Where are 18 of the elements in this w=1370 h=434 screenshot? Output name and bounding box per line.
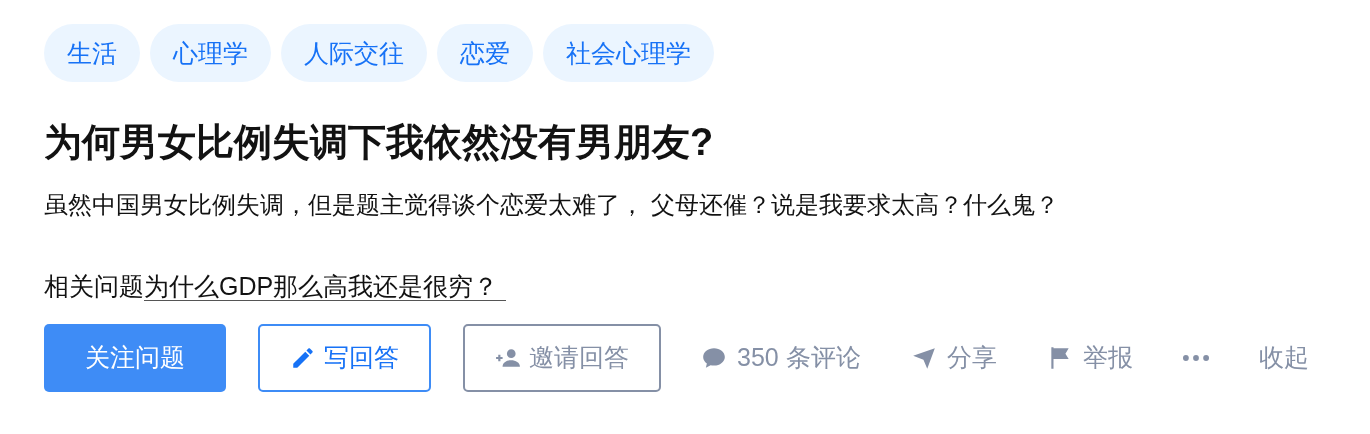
comments-button[interactable]: 350 条评论 [701, 339, 861, 377]
topic-tag[interactable]: 生活 [44, 24, 140, 82]
write-answer-button[interactable]: 写回答 [258, 324, 431, 393]
share-button[interactable]: 分享 [910, 339, 997, 377]
topic-tag[interactable]: 心理学 [150, 24, 271, 82]
question-description: 虽然中国男女比例失调，但是题主觉得谈个恋爱太难了， 父母还催？说是我要求太高？什么鬼？ [44, 189, 1060, 220]
collapse-button[interactable]: 收起 [1258, 339, 1309, 377]
related-question-link[interactable]: 为什么GDP那么高我还是很穷？ [144, 272, 507, 302]
question-title: 为何男女比例失调下我依然没有男朋友? [44, 120, 715, 165]
topic-tag[interactable]: 社会心理学 [543, 24, 714, 82]
more-button[interactable] [1182, 355, 1209, 362]
more-icon [1182, 355, 1209, 362]
topic-tag[interactable]: 恋爱 [437, 24, 533, 82]
invite-button[interactable]: 邀请回答 [463, 324, 661, 393]
report-button[interactable]: 举报 [1046, 339, 1133, 377]
related-question-text: 相关问题为什么GDP那么高我还是很穷？ [44, 269, 1370, 305]
topic-tag[interactable]: 人际交往 [281, 24, 427, 82]
follow-button[interactable]: 关注问题 [44, 324, 226, 393]
